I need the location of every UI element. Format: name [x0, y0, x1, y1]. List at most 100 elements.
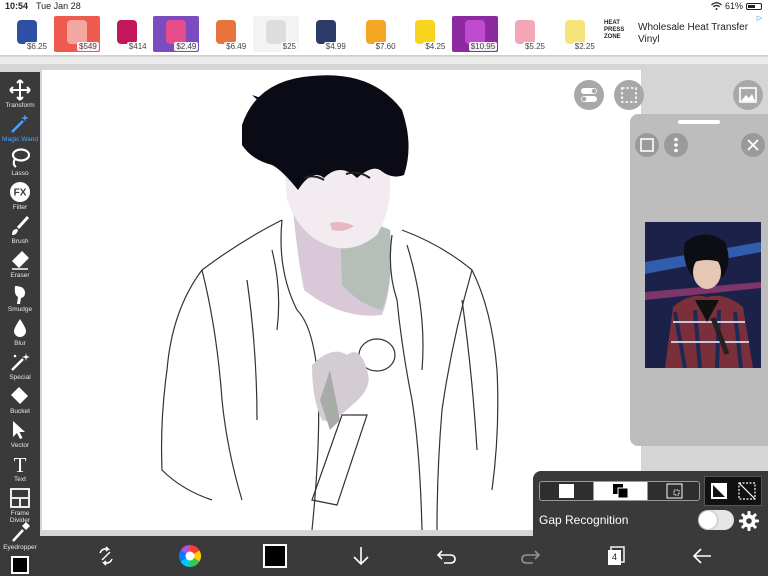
- ad-price: $549: [77, 42, 99, 51]
- more-vertical-icon: [674, 137, 678, 153]
- ad-choices-icon[interactable]: ▷: [755, 14, 764, 23]
- ad-product-5[interactable]: $6.49: [203, 16, 250, 52]
- tool-transform[interactable]: Transform: [0, 76, 40, 110]
- ad-product-1[interactable]: $6.25: [4, 16, 50, 52]
- status-bar: 10:54 Tue Jan 28 61%: [0, 0, 768, 14]
- reference-more-button[interactable]: [664, 133, 688, 157]
- tool-magic-wand[interactable]: Magic Wand: [0, 110, 40, 144]
- text-icon: T: [14, 453, 27, 475]
- ad-product-3[interactable]: $414: [103, 16, 150, 52]
- ad-headline[interactable]: Wholesale Heat Transfer Vinyl: [638, 22, 760, 46]
- undo-button[interactable]: [434, 544, 458, 568]
- ad-price: $10.95: [468, 42, 498, 51]
- square-icon: [640, 138, 654, 152]
- selection-mode-box[interactable]: [704, 476, 762, 506]
- ad-product-6[interactable]: $25: [253, 16, 299, 52]
- ad-product-10[interactable]: $10.95: [452, 16, 499, 52]
- gap-settings-button[interactable]: [738, 510, 760, 532]
- reference-toggle-button[interactable]: [574, 80, 604, 110]
- rotate-arrows-icon: [99, 546, 113, 566]
- ad-product-thumb: [315, 20, 336, 44]
- ad-product-4[interactable]: $2.49: [153, 16, 200, 52]
- reference-close-button[interactable]: [741, 133, 765, 157]
- tool-bucket[interactable]: Bucket: [0, 382, 40, 416]
- tool-label: Lasso: [11, 170, 29, 177]
- drawing-canvas[interactable]: [42, 70, 641, 530]
- download-button[interactable]: [349, 544, 373, 568]
- ad-text-block[interactable]: HEAT PRESS ZONE Wholesale Heat Transfer …: [604, 17, 764, 53]
- tool-palette: Transform Magic Wand Lasso FX Filter Bru…: [0, 72, 40, 576]
- fill-mode-segmented-control[interactable]: [539, 481, 700, 501]
- ad-product-11[interactable]: $5.25: [502, 16, 548, 52]
- panel-drag-handle[interactable]: [678, 120, 720, 124]
- tool-special[interactable]: Special: [0, 348, 40, 382]
- ad-price: $7.60: [373, 42, 398, 51]
- layers-button[interactable]: 4: [604, 544, 628, 568]
- frame-divider-icon: [10, 488, 30, 508]
- diagonal-dashed-icon: [738, 482, 756, 500]
- arrow-down-icon: [353, 547, 369, 566]
- redo-icon: [521, 550, 541, 564]
- ad-price: $6.49: [224, 42, 249, 51]
- ad-price: $5.25: [522, 42, 547, 51]
- magic-wand-icon: [11, 114, 29, 133]
- artwork-hand: [312, 351, 369, 421]
- tool-blur[interactable]: Blur: [0, 314, 40, 348]
- ad-product-12[interactable]: $2.25: [551, 16, 598, 52]
- status-right: 61%: [711, 1, 762, 11]
- fill-mode-option-3[interactable]: [648, 482, 701, 500]
- tool-label: Transform: [5, 102, 35, 109]
- gap-recognition-panel: Gap Recognition: [533, 471, 768, 536]
- ad-product-thumb: [17, 20, 37, 44]
- tool-label: Eraser: [10, 272, 30, 279]
- vector-icon: [13, 421, 25, 439]
- special-icon: [11, 353, 30, 371]
- tool-frame-divider[interactable]: Frame Divider: [0, 484, 40, 524]
- back-button[interactable]: [690, 544, 714, 568]
- undo-icon: [436, 550, 456, 564]
- selection-button[interactable]: [614, 80, 644, 110]
- ad-product-thumb: [564, 20, 585, 44]
- color-swatch-small[interactable]: [11, 556, 29, 574]
- ad-product-thumb: [266, 20, 286, 44]
- ad-product-9[interactable]: $4.25: [402, 16, 449, 52]
- ad-banner[interactable]: $6.25 $549 $414 $2.49 $6.49 $25 $4.99 $7.60 $4.2…: [0, 14, 768, 56]
- redo-button[interactable]: [519, 544, 543, 568]
- ad-price: $414: [126, 42, 149, 51]
- eyedropper-icon: [12, 522, 30, 542]
- overlap-squares-icon: [613, 484, 629, 499]
- reference-photo: [645, 222, 761, 368]
- ad-price: $25: [280, 42, 298, 51]
- tool-lasso[interactable]: Lasso: [0, 144, 40, 178]
- tool-filter[interactable]: FX Filter: [0, 178, 40, 212]
- ad-price: $2.49: [174, 42, 199, 51]
- tool-smudge[interactable]: Smudge: [0, 280, 40, 314]
- gap-recognition-toggle[interactable]: [698, 510, 734, 530]
- color-wheel-icon: [179, 545, 201, 567]
- lasso-icon: [11, 148, 31, 168]
- tool-eyedropper[interactable]: Eyedropper: [0, 518, 40, 552]
- ad-product-thumb: [66, 20, 87, 44]
- color-wheel-button[interactable]: [178, 544, 202, 568]
- current-color-swatch[interactable]: [263, 544, 287, 568]
- tool-label: Eyedropper: [3, 544, 37, 551]
- status-date: Tue Jan 28: [36, 1, 81, 11]
- tool-text[interactable]: T Text: [0, 450, 40, 484]
- reference-panel[interactable]: [630, 114, 768, 446]
- tool-vector[interactable]: Vector: [0, 416, 40, 450]
- fill-mode-option-2[interactable]: [594, 482, 648, 500]
- fill-mode-option-1[interactable]: [540, 482, 594, 500]
- tool-eraser[interactable]: Eraser: [0, 246, 40, 280]
- reference-image-button[interactable]: [733, 80, 763, 110]
- reference-crop-button[interactable]: [635, 133, 659, 157]
- quick-menu-button[interactable]: [94, 544, 118, 568]
- tool-brush[interactable]: Brush: [0, 212, 40, 246]
- tool-label: Blur: [14, 340, 26, 347]
- ad-product-2[interactable]: $549: [53, 16, 100, 52]
- dotted-square-icon: [666, 483, 683, 499]
- ad-price: $4.99: [323, 42, 348, 51]
- ad-price: $6.25: [24, 42, 49, 51]
- tool-label: Special: [9, 374, 31, 381]
- ad-product-8[interactable]: $7.60: [352, 16, 399, 52]
- ad-product-7[interactable]: $4.99: [302, 16, 349, 52]
